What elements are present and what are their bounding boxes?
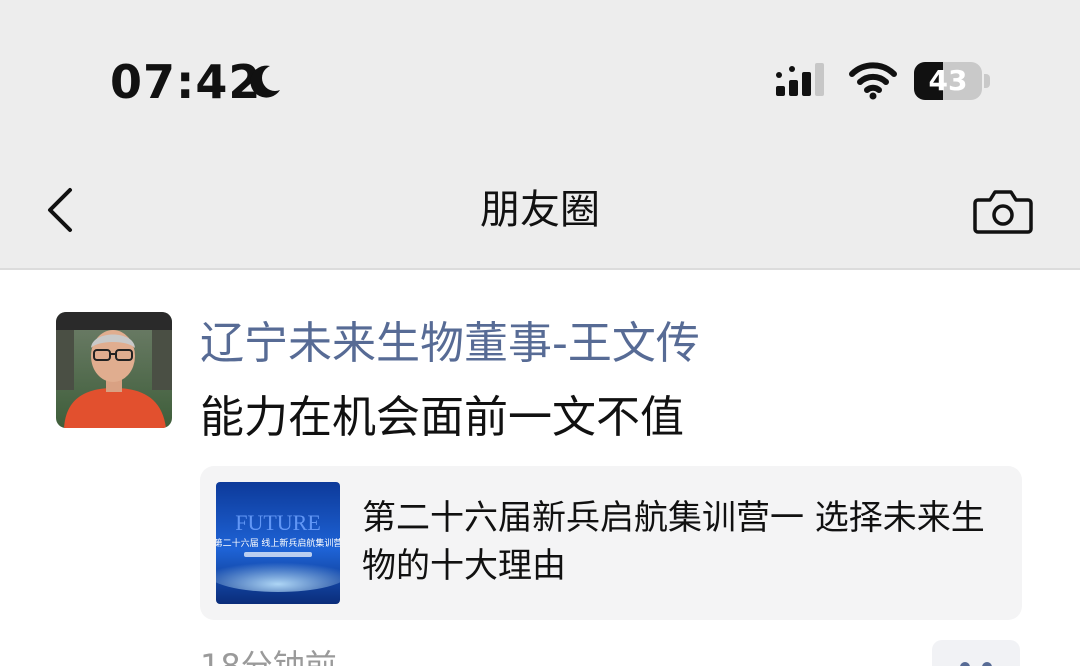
cellular-signal-icon: [776, 63, 824, 96]
status-bar: 07:42 43: [0, 0, 1080, 150]
avatar-photo: [56, 312, 172, 428]
navigation-bar: 朋友圈: [0, 150, 1080, 270]
battery-icon: 43: [914, 62, 990, 100]
link-title: 第二十六届新兵启航集训营一 选择未来生物的十大理由: [362, 498, 985, 586]
post-author-name[interactable]: 辽宁未来生物董事-王文传: [200, 314, 700, 374]
more-dot: [960, 662, 970, 666]
moments-screen: 07:42 43 朋友圈 辽宁未来生物董事-王文传 能力在机会面前一文不值 FU…: [0, 0, 1080, 666]
shared-link-card[interactable]: FUTURE 第二十六届 线上新兵启航集训营 第二十六届新兵启航集训营一 选择未…: [200, 466, 1022, 620]
moon-icon: [250, 65, 280, 98]
link-thumbnail: FUTURE 第二十六届 线上新兵启航集训营: [216, 482, 340, 604]
thumbnail-subline: 第二十六届 线上新兵启航集训营: [216, 537, 340, 549]
chevron-left-icon[interactable]: [40, 186, 80, 234]
post-text: 能力在机会面前一文不值: [200, 392, 684, 443]
more-dots-icon[interactable]: [932, 640, 1020, 666]
camera-icon[interactable]: [972, 186, 1034, 236]
thumbnail-headline: FUTURE: [235, 510, 321, 535]
post-timestamp: 18分钟前: [200, 647, 337, 666]
battery-body: 43: [914, 62, 982, 100]
more-dot: [982, 662, 992, 666]
battery-tip: [984, 74, 990, 88]
avatar[interactable]: [56, 312, 172, 428]
status-time: 07:42: [110, 55, 262, 109]
battery-level: 43: [928, 64, 968, 97]
wifi-icon: [849, 62, 897, 100]
page-title: 朋友圈: [480, 187, 600, 233]
